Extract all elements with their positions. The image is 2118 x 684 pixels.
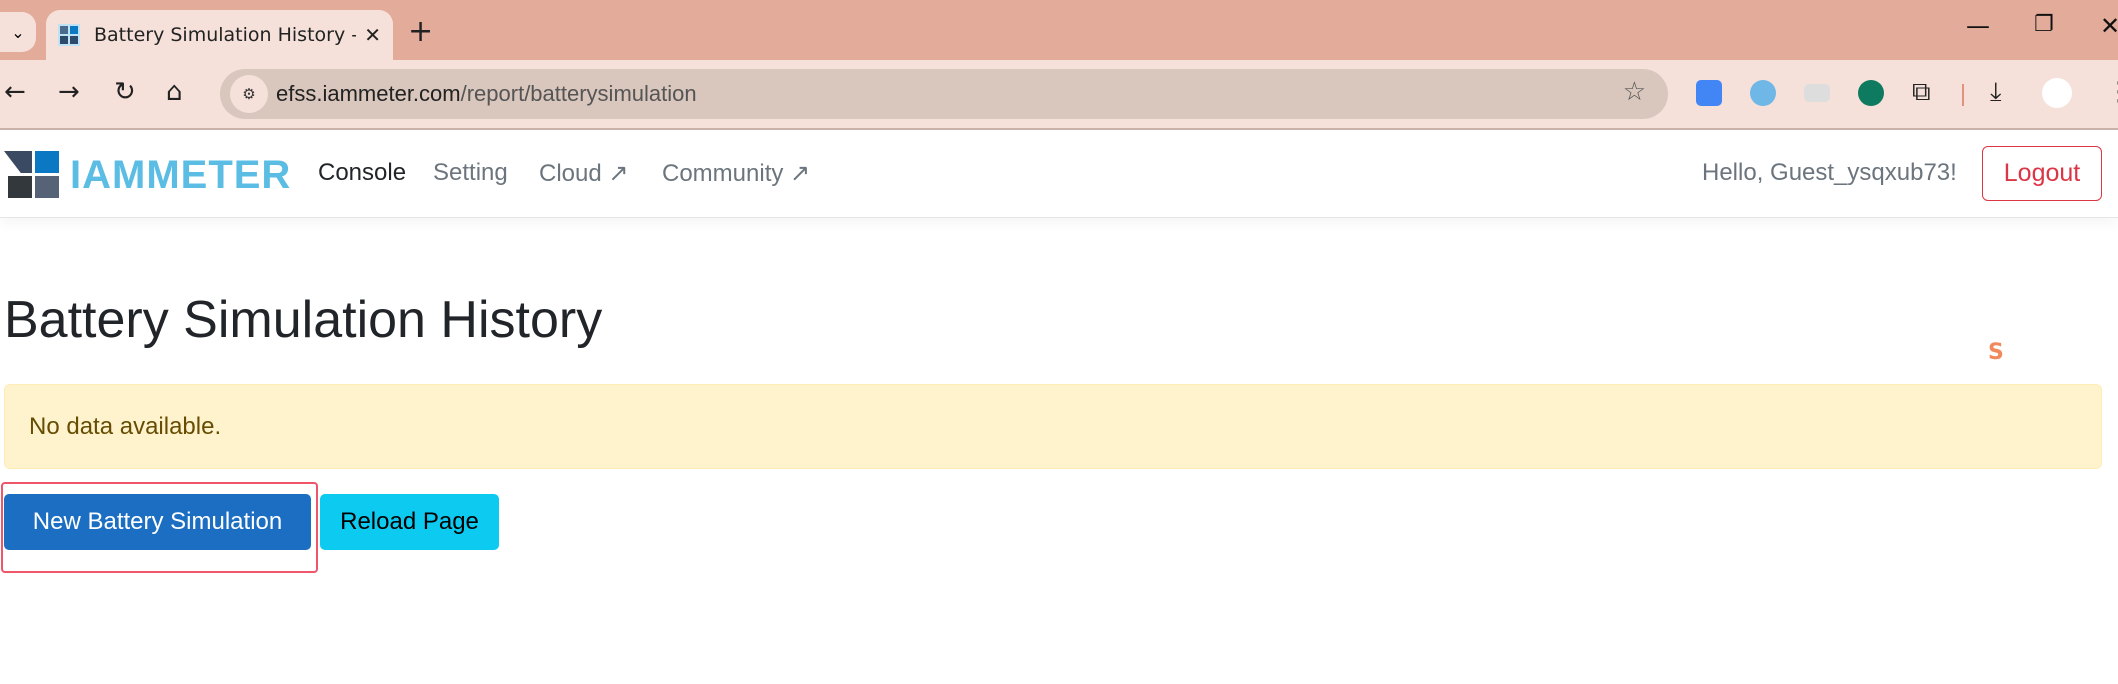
page-title: Battery Simulation History bbox=[4, 291, 603, 349]
star-icon[interactable]: ☆ bbox=[1623, 77, 1646, 107]
favicon-icon bbox=[58, 24, 80, 46]
nav-console[interactable]: Console bbox=[318, 159, 406, 187]
external-link-icon: ↗ bbox=[608, 160, 629, 187]
external-link-icon: ↗ bbox=[790, 160, 811, 187]
browser-tab[interactable]: Battery Simulation History - IAMMETER ✕ bbox=[46, 10, 393, 60]
iammeter-logo-icon[interactable] bbox=[4, 151, 60, 199]
puzzle-icon[interactable]: ⧉ bbox=[1912, 77, 1931, 108]
restore-icon[interactable]: ❐ bbox=[2034, 12, 2054, 37]
no-data-alert: No data available. bbox=[4, 384, 2102, 469]
nav-setting[interactable]: Setting bbox=[433, 159, 508, 187]
grammarly-icon[interactable] bbox=[1858, 80, 1884, 106]
toolbar-divider bbox=[1962, 84, 1964, 106]
user-greeting: Hello, Guest_ysqxub73! bbox=[1702, 159, 1957, 186]
close-icon[interactable]: ✕ bbox=[364, 23, 381, 47]
site-settings-icon[interactable]: ⚙ bbox=[230, 75, 268, 113]
back-icon[interactable]: ← bbox=[4, 77, 26, 107]
download-icon[interactable]: ⤓ bbox=[1990, 77, 2002, 108]
home-icon[interactable]: ⌂ bbox=[166, 77, 183, 107]
nav-cloud[interactable]: Cloud ↗ bbox=[539, 159, 629, 188]
profile-avatar[interactable] bbox=[2042, 78, 2072, 108]
site-navbar: IAMMETER Console Setting Cloud ↗ Communi… bbox=[0, 131, 2118, 218]
extension-v-icon[interactable] bbox=[1750, 80, 1776, 106]
minimize-icon[interactable]: — bbox=[1966, 12, 1990, 40]
url-text[interactable]: efss.iammeter.com/report/batterysimulati… bbox=[276, 81, 697, 107]
forward-icon[interactable]: → bbox=[58, 77, 80, 107]
address-bar[interactable]: ⚙ efss.iammeter.com/report/batterysimula… bbox=[220, 69, 1668, 119]
reload-icon[interactable]: ↻ bbox=[114, 77, 136, 107]
tab-title: Battery Simulation History - IAMMETER bbox=[94, 24, 356, 46]
url-path: /report/batterysimulation bbox=[460, 81, 697, 106]
url-host: efss.iammeter.com bbox=[276, 81, 461, 106]
reload-page-button[interactable]: Reload Page bbox=[320, 494, 499, 550]
new-battery-simulation-button[interactable]: New Battery Simulation bbox=[4, 494, 311, 550]
google-translate-icon[interactable] bbox=[1696, 80, 1722, 106]
extension-screen-icon[interactable] bbox=[1804, 84, 1830, 102]
logout-button[interactable]: Logout bbox=[1982, 146, 2102, 201]
more-icon[interactable]: ⋮ bbox=[2106, 77, 2118, 107]
window-close-icon[interactable]: ✕ bbox=[2100, 12, 2118, 40]
tab-list-icon[interactable]: ⌄ bbox=[0, 12, 36, 52]
sogou-ime-icon[interactable]: S bbox=[1988, 340, 2010, 366]
nav-community-label: Community bbox=[662, 160, 784, 187]
nav-community[interactable]: Community ↗ bbox=[662, 159, 810, 188]
plus-icon[interactable]: + bbox=[408, 14, 433, 49]
nav-cloud-label: Cloud bbox=[539, 160, 602, 187]
brand-name[interactable]: IAMMETER bbox=[70, 153, 291, 198]
